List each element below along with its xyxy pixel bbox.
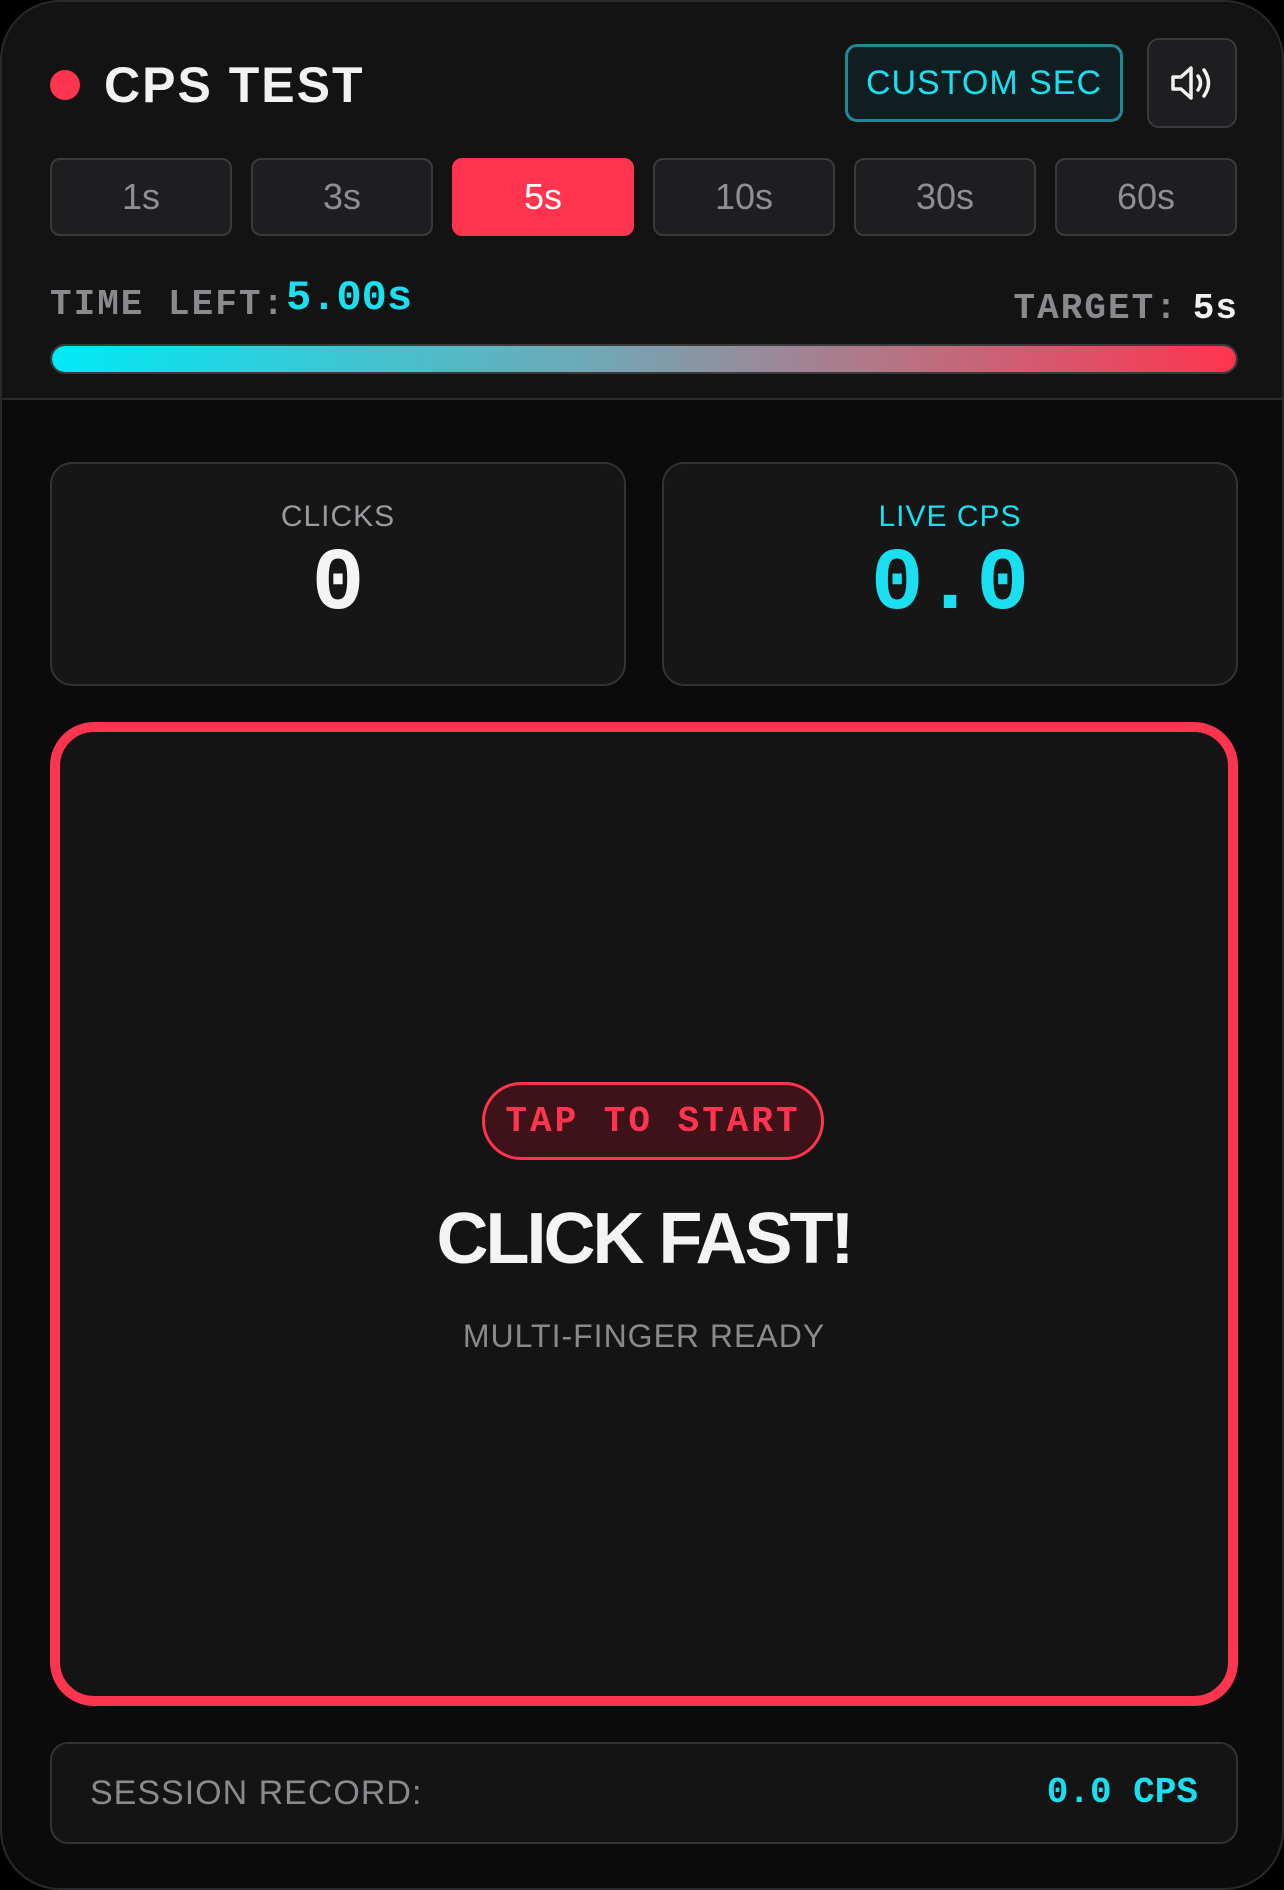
target-label: TARGET: [1013,288,1179,329]
clicks-card: CLICKS 0 [50,462,626,686]
session-record-value: 0.0 CPS [1046,1772,1198,1813]
duration-option-60s[interactable]: 60s [1055,158,1237,236]
custom-seconds-button[interactable]: CUSTOM SEC [845,44,1123,122]
target-display: TARGET: 5s [1014,288,1238,329]
time-progress-fill [52,346,1236,372]
app-title: CPS TEST [104,57,365,113]
live-cps-value: 0.0 [870,536,1030,635]
speaker-icon [1171,66,1211,100]
clicks-value: 0 [311,536,365,635]
session-record-bar: SESSION RECORD: 0.0 CPS [50,1742,1238,1844]
app-window: CPS TEST CUSTOM SEC 1s 3s 5s 10s 30s 60s TIME… [0,0,1284,1890]
session-record-label: SESSION RECORD: [90,1774,423,1812]
multi-finger-subtext: MULTI-FINGER READY [462,1318,826,1354]
timer-row: TIME LEFT: 5.00s TARGET: 5s [50,270,1238,330]
live-cps-label: LIVE CPS [878,500,1022,533]
title-row: CPS TEST CUSTOM SEC [50,38,1237,128]
click-fast-headline: CLICK FAST! [436,1199,855,1279]
live-cps-card: LIVE CPS 0.0 [662,462,1238,686]
target-value: 5s [1192,288,1238,329]
header: CPS TEST CUSTOM SEC 1s 3s 5s 10s 30s 60s TIME… [2,2,1282,400]
sound-toggle-button[interactable] [1147,38,1237,128]
duration-selector: 1s 3s 5s 10s 30s 60s [50,158,1238,236]
click-area[interactable]: TAP TO START CLICK FAST! MULTI-FINGER RE… [50,722,1238,1706]
duration-option-3s[interactable]: 3s [251,158,433,236]
duration-option-10s[interactable]: 10s [653,158,835,236]
time-left-value: 5.00s [286,274,413,322]
duration-option-5s[interactable]: 5s [452,158,634,236]
duration-option-30s[interactable]: 30s [854,158,1036,236]
time-left-label: TIME LEFT: [50,284,287,325]
record-dot-icon [50,70,80,100]
clicks-label: CLICKS [280,500,396,533]
tap-to-start-badge: TAP TO START [482,1082,824,1160]
time-progress-bar [50,344,1238,374]
duration-option-1s[interactable]: 1s [50,158,232,236]
